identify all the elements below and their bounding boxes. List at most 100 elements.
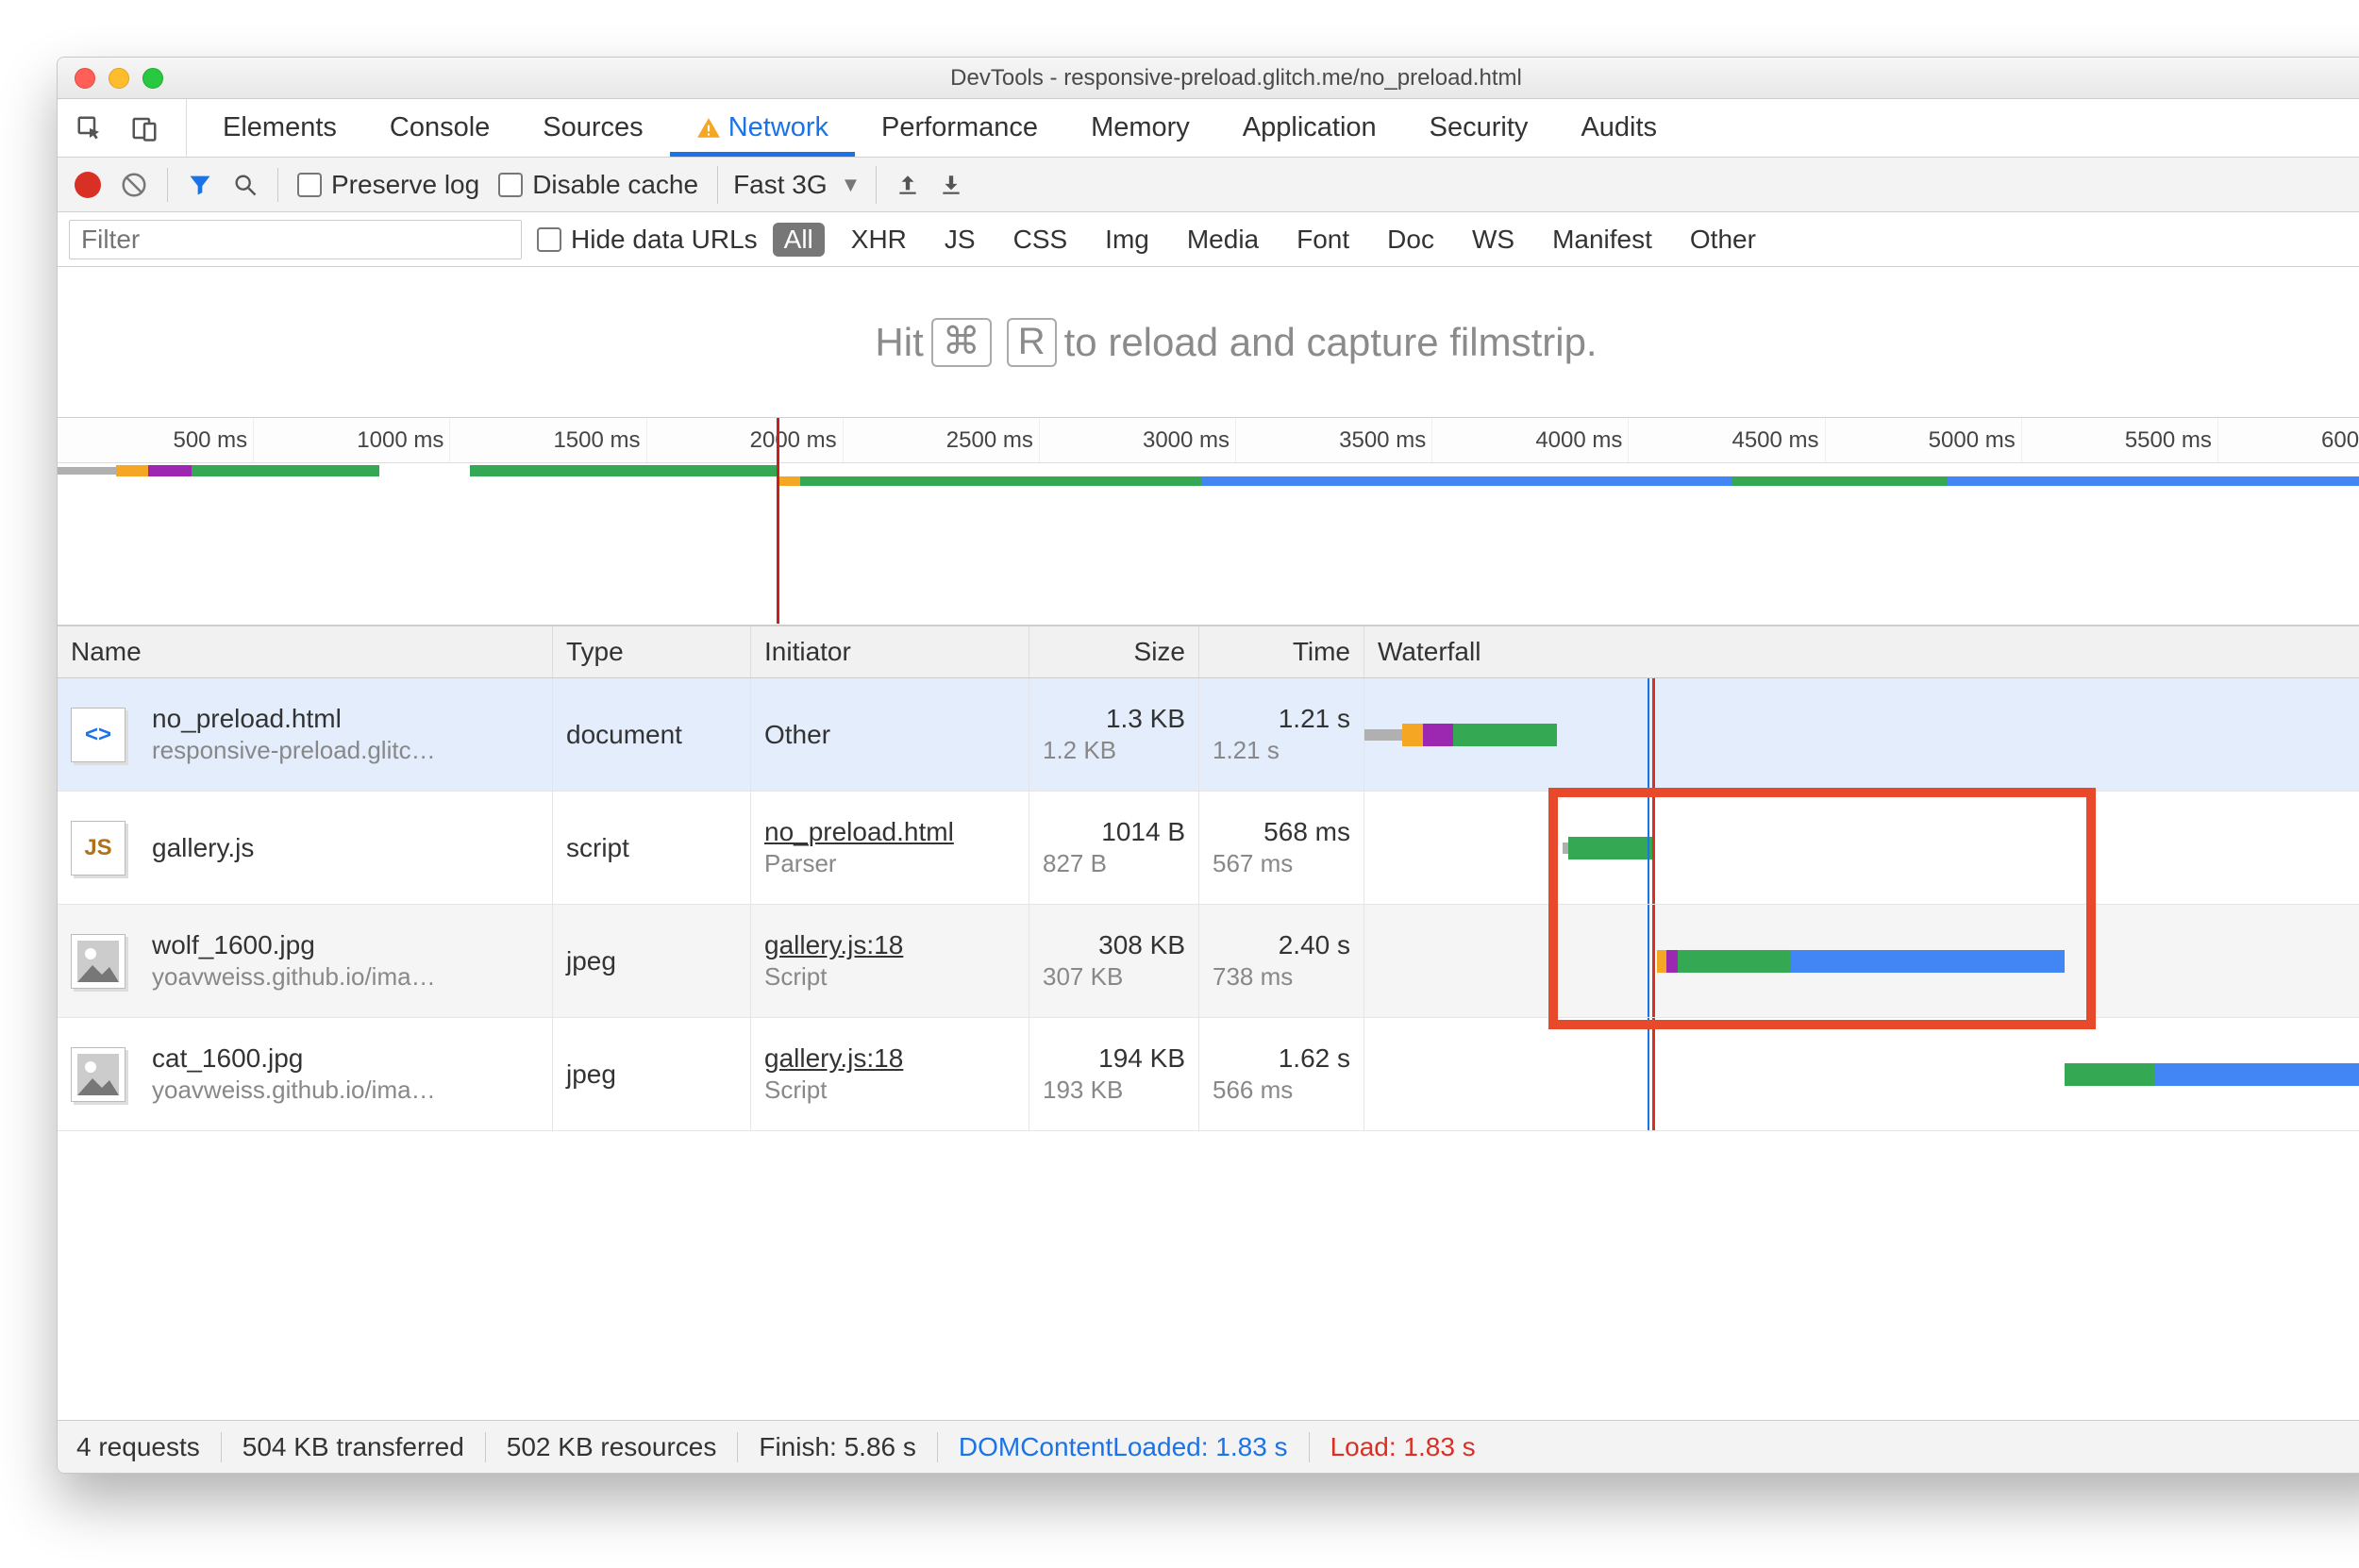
download-har-icon[interactable] (939, 173, 963, 197)
preserve-log-checkbox[interactable]: Preserve log (297, 170, 479, 200)
disable-cache-label: Disable cache (532, 170, 698, 200)
waterfall-segment (1423, 724, 1453, 746)
waterfall-segment (1364, 729, 1402, 741)
overview-timeline[interactable]: 500 ms1000 ms1500 ms2000 ms2500 ms3000 m… (58, 418, 2359, 626)
table-row[interactable]: cat_1600.jpgyoavweiss.github.io/ima…jpeg… (58, 1018, 2359, 1131)
tab-network[interactable]: Network (670, 99, 855, 157)
initiator-type: Script (764, 962, 1015, 992)
filter-type-css[interactable]: CSS (1002, 223, 1079, 257)
overview-segment (1201, 476, 1732, 486)
time-latency: 1.21 s (1213, 736, 1350, 765)
waterfall-segment (2065, 1063, 2155, 1086)
throttling-value: Fast 3G (733, 170, 828, 200)
js-file-icon: JS (71, 821, 125, 876)
table-row[interactable]: JSgallery.jsscriptno_preload.htmlParser1… (58, 792, 2359, 905)
tab-performance[interactable]: Performance (855, 99, 1064, 157)
hide-data-urls-checkbox[interactable]: Hide data URLs (537, 225, 758, 255)
size-resource: 827 B (1043, 849, 1185, 878)
col-type-header[interactable]: Type (553, 626, 751, 677)
tab-audits[interactable]: Audits (1554, 99, 1683, 157)
tab-security[interactable]: Security (1403, 99, 1555, 157)
request-name: wolf_1600.jpg (152, 930, 315, 960)
request-host: yoavweiss.github.io/ima… (152, 962, 526, 992)
filter-input[interactable] (69, 220, 522, 259)
filter-type-xhr[interactable]: XHR (840, 223, 918, 257)
overview-segment (58, 467, 116, 475)
waterfall-cell (1364, 1018, 2359, 1130)
waterfall-segment (1402, 724, 1423, 746)
col-size-header[interactable]: Size (1029, 626, 1199, 677)
initiator-link[interactable]: no_preload.html (764, 817, 954, 847)
overview-segment (192, 465, 380, 476)
panel-tabbar: ElementsConsoleSourcesNetworkPerformance… (58, 99, 2359, 158)
device-toolbar-icon[interactable] (125, 109, 163, 147)
initiator-link[interactable]: gallery.js:18 (764, 1043, 903, 1074)
timeline-tick: 3500 ms (1236, 418, 1432, 462)
filter-type-media[interactable]: Media (1176, 223, 1270, 257)
inspect-element-icon[interactable] (71, 109, 109, 147)
col-initiator-header[interactable]: Initiator (751, 626, 1029, 677)
filmstrip-hint: Hit ⌘ R to reload and capture filmstrip. (58, 267, 2359, 418)
upload-har-icon[interactable] (895, 173, 920, 197)
devtools-window: DevTools - responsive-preload.glitch.me/… (57, 57, 2359, 1474)
overview-segment (777, 476, 800, 486)
minimize-window-button[interactable] (109, 68, 129, 89)
zoom-window-button[interactable] (142, 68, 163, 89)
tab-memory[interactable]: Memory (1064, 99, 1216, 157)
time-total: 2.40 s (1279, 930, 1350, 960)
clear-button[interactable] (120, 171, 148, 199)
status-transferred: 504 KB transferred (222, 1432, 486, 1462)
image-file-icon (71, 1047, 125, 1102)
request-name: no_preload.html (152, 704, 342, 734)
filter-type-all[interactable]: All (773, 223, 825, 257)
col-time-header[interactable]: Time (1199, 626, 1364, 677)
search-icon[interactable] (232, 172, 259, 198)
tab-sources[interactable]: Sources (516, 99, 669, 157)
col-name-header[interactable]: Name (58, 626, 553, 677)
request-type: jpeg (553, 1018, 751, 1130)
initiator-link[interactable]: gallery.js:18 (764, 930, 903, 960)
col-waterfall-header[interactable]: Waterfall ▲ (1364, 626, 2359, 677)
request-name: cat_1600.jpg (152, 1043, 303, 1074)
filter-type-js[interactable]: JS (933, 223, 987, 257)
waterfall-cell (1364, 905, 2359, 1017)
request-host: responsive-preload.glitc… (152, 736, 526, 765)
timeline-tick: 5000 ms (1826, 418, 2022, 462)
waterfall-cell (1364, 678, 2359, 791)
time-total: 568 ms (1263, 817, 1350, 847)
overview-segment (470, 465, 777, 476)
dcl-marker-line (1648, 792, 1649, 904)
tab-console[interactable]: Console (363, 99, 516, 157)
timeline-tick: 2000 ms (647, 418, 844, 462)
waterfall-segment (1657, 950, 1666, 973)
html-file-icon: <> (71, 708, 125, 762)
filter-type-font[interactable]: Font (1285, 223, 1361, 257)
time-total: 1.62 s (1279, 1043, 1350, 1074)
request-type: script (553, 792, 751, 904)
overview-segment (148, 465, 192, 476)
status-finish: Finish: 5.86 s (738, 1432, 938, 1462)
table-row[interactable]: <> no_preload.htmlresponsive-preload.glit… (58, 678, 2359, 792)
load-marker-line (1652, 678, 1655, 791)
tab-elements[interactable]: Elements (196, 99, 363, 157)
load-marker-line (1652, 905, 1655, 1017)
timeline-tick: 500 ms (58, 418, 254, 462)
close-window-button[interactable] (75, 68, 95, 89)
waterfall-segment (1791, 950, 2065, 973)
timeline-tick: 3000 ms (1040, 418, 1236, 462)
filter-toggle-icon[interactable] (187, 172, 213, 198)
filter-type-manifest[interactable]: Manifest (1541, 223, 1664, 257)
window-titlebar: DevTools - responsive-preload.glitch.me/… (58, 58, 2359, 99)
filter-type-other[interactable]: Other (1679, 223, 1767, 257)
disable-cache-checkbox[interactable]: Disable cache (498, 170, 698, 200)
table-row[interactable]: wolf_1600.jpgyoavweiss.github.io/ima…jpe… (58, 905, 2359, 1018)
window-title: DevTools - responsive-preload.glitch.me/… (58, 65, 2359, 92)
waterfall-segment (1666, 950, 1678, 973)
hide-data-urls-label: Hide data URLs (571, 225, 758, 255)
tab-application[interactable]: Application (1216, 99, 1403, 157)
filter-type-img[interactable]: Img (1094, 223, 1161, 257)
record-button[interactable] (75, 172, 101, 198)
filter-type-doc[interactable]: Doc (1376, 223, 1446, 257)
filter-type-ws[interactable]: WS (1461, 223, 1526, 257)
throttling-select[interactable]: Fast 3G ▼ (717, 166, 877, 204)
